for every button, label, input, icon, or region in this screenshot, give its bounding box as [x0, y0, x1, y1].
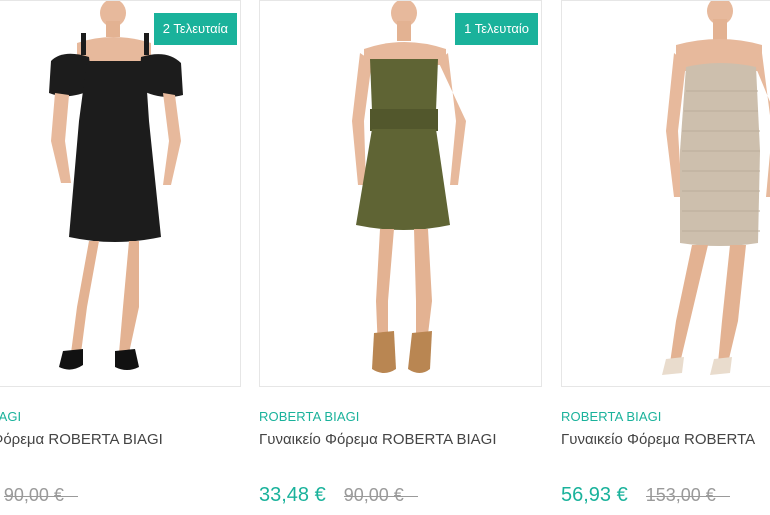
product-card[interactable]: 2 Τελευταία RTA BIAGI ικείο Φόρεμα ROBER… [0, 0, 241, 507]
stock-badge: 1 Τελευταίο [455, 13, 538, 45]
product-image[interactable]: 2 Τελευταία [0, 0, 241, 387]
price-row: 8 € 90,00 € [0, 484, 241, 507]
original-price: 90,00 € [3, 485, 78, 505]
product-photo-olive-dress [352, 1, 466, 373]
product-grid: 2 Τελευταία RTA BIAGI ικείο Φόρεμα ROBER… [0, 0, 770, 515]
product-brand[interactable]: ROBERTA BIAGI [259, 409, 542, 424]
product-photo-black-dress [49, 1, 183, 370]
original-price: 153,00 € [645, 485, 730, 505]
product-image[interactable]: 1 Τελευταίο [259, 0, 542, 387]
stock-badge: 2 Τελευταία [153, 13, 237, 45]
product-card[interactable]: ROBERTA BIAGI Γυναικείο Φόρεμα ROBERTA 5… [561, 0, 770, 507]
product-name[interactable]: Γυναικείο Φόρεμα ROBERTA [561, 431, 770, 448]
product-brand[interactable]: ROBERTA BIAGI [561, 409, 770, 424]
price-row: 33,48 € 90,00 € [259, 484, 542, 507]
product-image[interactable] [561, 0, 770, 387]
product-card[interactable]: 1 Τελευταίο ROBERTA BIAGI Γυναικείο Φόρε… [259, 0, 542, 507]
product-photo-beige-dress [662, 1, 770, 375]
sale-price: 56,93 € [561, 484, 628, 506]
price-row: 56,93 € 153,00 € [561, 484, 770, 507]
original-price: 90,00 € [343, 485, 418, 505]
sale-price: 33,48 € [259, 484, 326, 506]
product-name[interactable]: Γυναικείο Φόρεμα ROBERTA BIAGI [259, 431, 542, 448]
product-brand[interactable]: RTA BIAGI [0, 409, 241, 424]
product-name[interactable]: ικείο Φόρεμα ROBERTA BIAGI [0, 431, 241, 448]
